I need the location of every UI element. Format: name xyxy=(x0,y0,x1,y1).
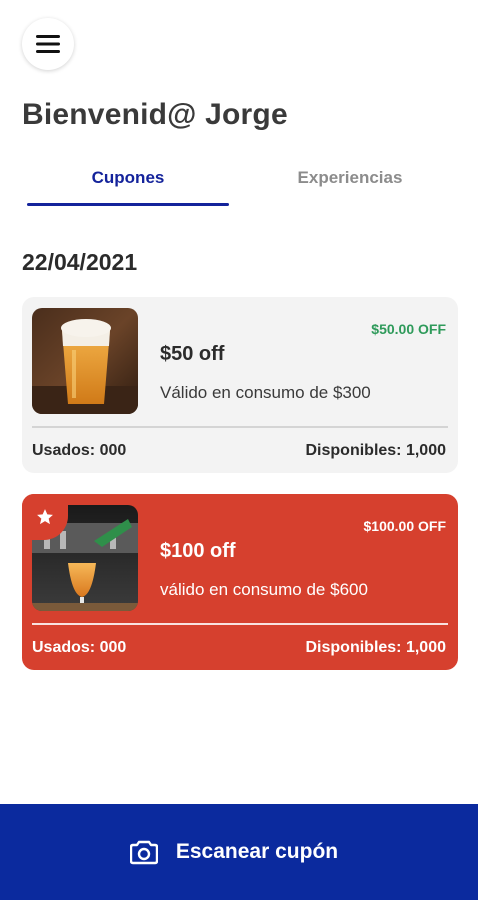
coupon-card[interactable]: $50.00 OFF $50 off Válido en consumo de … xyxy=(22,297,458,473)
available-count: Disponibles: 1,000 xyxy=(305,639,447,656)
used-count: Usados: 000 xyxy=(32,639,127,656)
coupon-description: válido en consumo de $600 xyxy=(160,580,368,599)
active-tab-indicator xyxy=(27,203,229,206)
tab-experiencias[interactable]: Experiencias xyxy=(242,168,458,210)
welcome-title: Bienvenid@ Jorge xyxy=(22,98,288,131)
scan-coupon-button[interactable]: Escanear cupón xyxy=(0,804,478,900)
date-heading: 22/04/2021 xyxy=(22,249,138,275)
discount-amount: $100.00 OFF xyxy=(363,518,447,534)
coupon-description: Válido en consumo de $300 xyxy=(160,383,371,402)
coupon-title: $100 off xyxy=(160,540,236,562)
used-count: Usados: 000 xyxy=(32,442,127,459)
discount-amount: $50.00 OFF xyxy=(371,321,446,337)
star-icon xyxy=(37,509,53,525)
card-divider xyxy=(32,426,448,428)
card-divider xyxy=(32,623,448,625)
camera-icon xyxy=(129,840,158,865)
coupon-title: $50 off xyxy=(160,343,225,365)
hamburger-menu-icon xyxy=(36,35,60,53)
coupon-card-featured[interactable]: $100.00 OFF $100 off válido en consumo d… xyxy=(22,494,458,670)
available-count: Disponibles: 1,000 xyxy=(305,442,447,459)
tab-bar: Cupones Experiencias xyxy=(22,168,458,210)
scan-coupon-label: Escanear cupón xyxy=(175,840,339,863)
menu-button[interactable] xyxy=(22,18,74,70)
glass-of-beer-image xyxy=(32,308,138,414)
